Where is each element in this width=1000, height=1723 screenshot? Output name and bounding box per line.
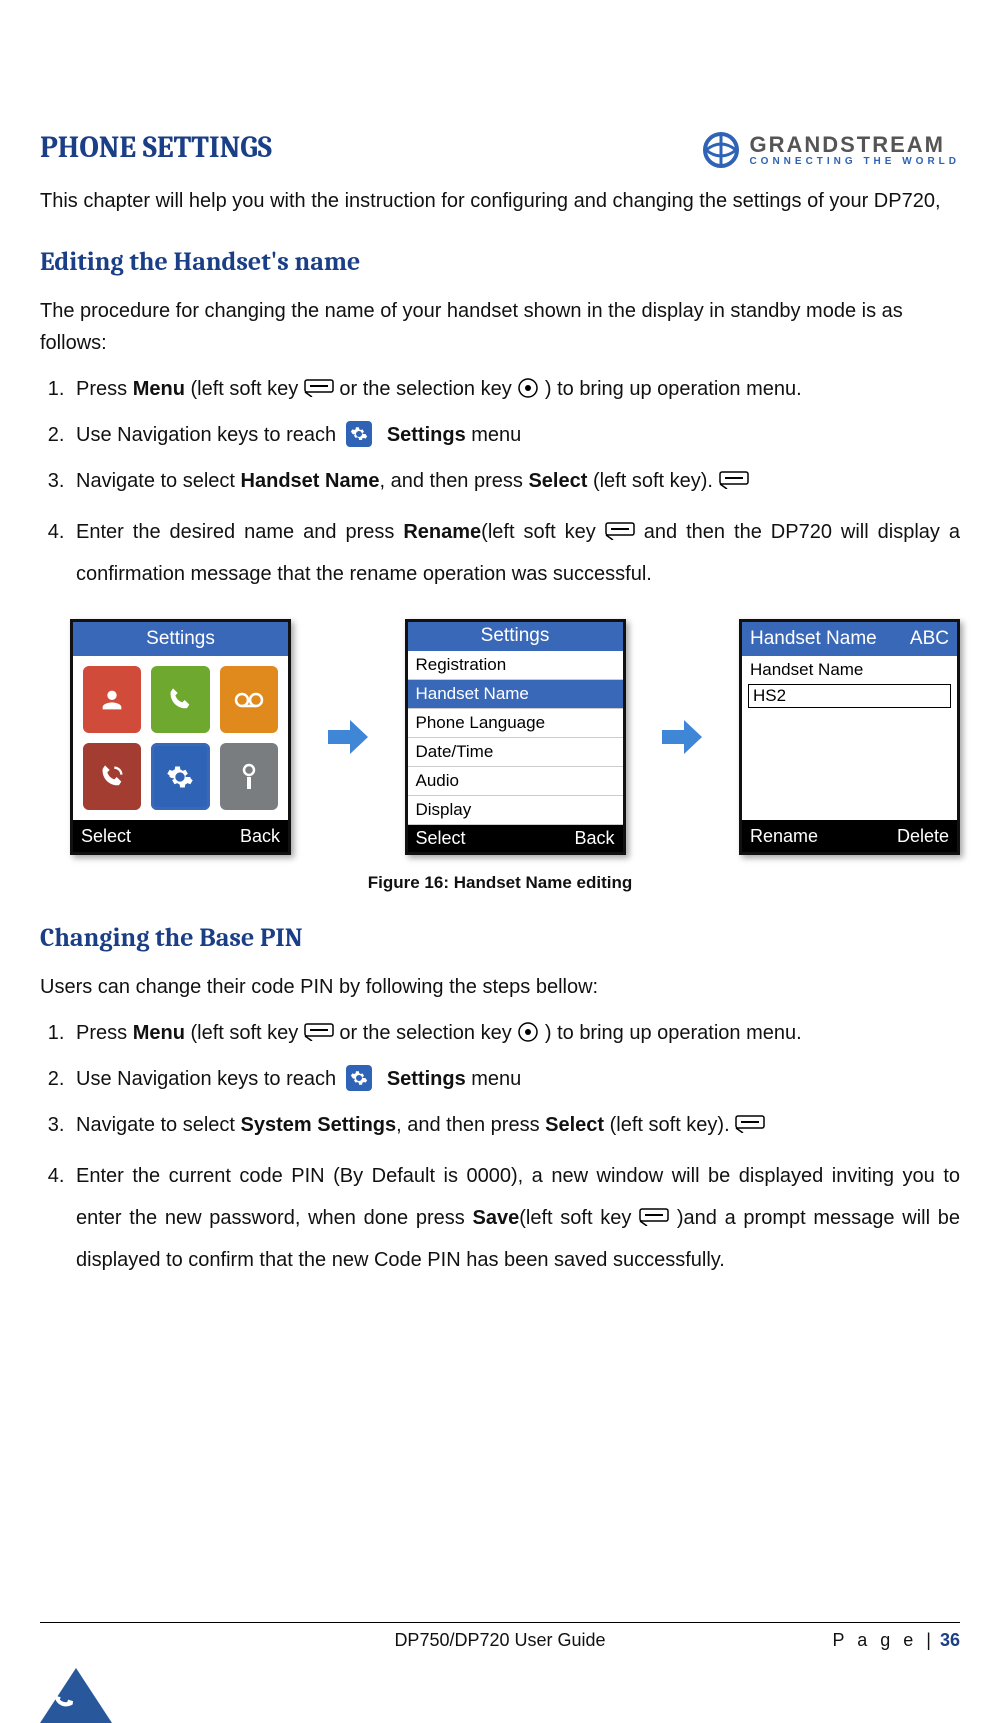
section1-steps: Press Menu (left soft key or the selecti… <box>70 373 960 595</box>
settings-list-item: Date/Time <box>408 738 623 767</box>
settings-list-item: Registration <box>408 651 623 680</box>
intro-text: This chapter will help you with the inst… <box>40 185 960 217</box>
pin-step-3: Navigate to select System Settings, and … <box>70 1109 960 1141</box>
selection-key-icon <box>517 1021 539 1043</box>
tile-contacts-icon <box>83 666 141 733</box>
section2-steps: Press Menu (left soft key or the selecti… <box>70 1017 960 1281</box>
footer-separator <box>40 1622 960 1623</box>
section1-lead: The procedure for changing the name of y… <box>40 295 960 359</box>
tile-voicemail-icon <box>220 666 278 733</box>
tile-call-icon <box>151 666 209 733</box>
step-4: Enter the desired name and press Rename(… <box>70 511 960 595</box>
screen3-softkey-right: Delete <box>897 826 949 847</box>
settings-gear-icon <box>346 1065 372 1091</box>
screen-settings-list: Settings RegistrationHandset NamePhone L… <box>405 619 626 855</box>
left-softkey-icon <box>304 379 334 397</box>
screen3-title: Handset Name <box>750 628 877 650</box>
brand-mark-icon <box>701 130 741 170</box>
screen2-softkey-right: Back <box>574 828 614 849</box>
left-softkey-icon <box>304 1023 334 1041</box>
section-pin-heading: Changing the Base PIN <box>40 923 960 953</box>
screen-settings-grid: Settings Select Back <box>70 619 291 855</box>
page: GRANDSTREAM CONNECTING THE WORLD PHONE S… <box>0 130 1000 1723</box>
settings-gear-icon <box>346 421 372 447</box>
settings-list-item: Audio <box>408 767 623 796</box>
settings-list-item: Handset Name <box>408 680 623 709</box>
step-3: Navigate to select Handset Name, and the… <box>70 465 960 497</box>
brand-name: GRANDSTREAM <box>749 134 945 156</box>
left-softkey-icon <box>605 522 635 540</box>
left-softkey-icon <box>735 1115 765 1133</box>
brand-tagline: CONNECTING THE WORLD <box>749 156 960 167</box>
screen3-softkey-left: Rename <box>750 826 818 847</box>
tile-status-icon <box>220 743 278 810</box>
settings-list-item: Phone Language <box>408 709 623 738</box>
screen2-title: Settings <box>408 622 623 651</box>
screen1-title: Settings <box>73 622 288 656</box>
pin-step-1: Press Menu (left soft key or the selecti… <box>70 1017 960 1049</box>
left-softkey-icon <box>639 1208 669 1226</box>
pin-step-2: Use Navigation keys to reach Settings me… <box>70 1063 960 1095</box>
arrow-right-icon <box>657 712 707 762</box>
screen1-softkey-left: Select <box>81 826 131 847</box>
arrow-right-icon <box>323 712 373 762</box>
tile-call-history-icon <box>83 743 141 810</box>
figure-caption: Figure 16: Handset Name editing <box>40 873 960 893</box>
left-softkey-icon <box>719 471 749 489</box>
tile-settings-icon <box>151 743 209 810</box>
screenshots-row: Settings Select Back Settings <box>70 619 960 855</box>
screen2-softkey-left: Select <box>416 828 466 849</box>
settings-list-item: Display <box>408 796 623 825</box>
screen3-mode: ABC <box>910 628 949 650</box>
step-1: Press Menu (left soft key or the selecti… <box>70 373 960 405</box>
brand-logo: GRANDSTREAM CONNECTING THE WORLD <box>701 130 960 170</box>
handset-name-input[interactable]: HS2 <box>748 684 951 708</box>
handset-name-label: Handset Name <box>742 656 957 684</box>
selection-key-icon <box>517 377 539 399</box>
pin-step-4: Enter the current code PIN (By Default i… <box>70 1155 960 1281</box>
section2-lead: Users can change their code PIN by follo… <box>40 971 960 1003</box>
screen-handset-name: Handset Name ABC Handset Name HS2 Rename… <box>739 619 960 855</box>
footer-page: P a g e | 36 <box>833 1630 960 1651</box>
section-editing-heading: Editing the Handset's name <box>40 247 960 277</box>
screen1-softkey-right: Back <box>240 826 280 847</box>
step-2: Use Navigation keys to reach Settings me… <box>70 419 960 451</box>
